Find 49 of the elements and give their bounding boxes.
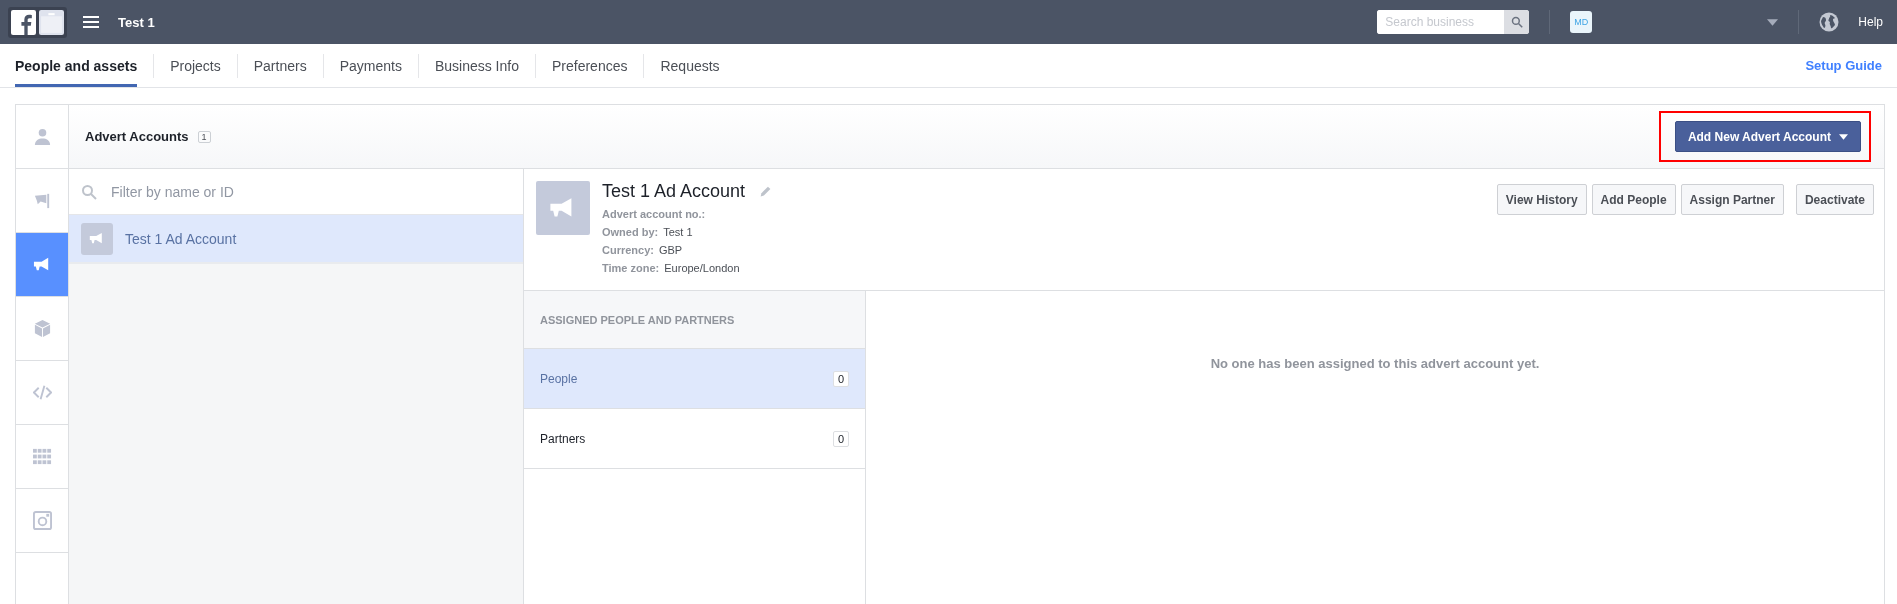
setup-guide-link[interactable]: Setup Guide (1805, 58, 1882, 73)
grid-icon (32, 447, 52, 466)
section-title: Advert Accounts (85, 129, 189, 144)
field-value: Test 1 (663, 225, 693, 240)
search-icon[interactable] (1510, 16, 1523, 28)
sidebar-item[interactable] (16, 233, 68, 297)
count-badge: 1 (197, 130, 211, 143)
field-label: Currency: (602, 243, 654, 258)
account-list-item[interactable]: Test 1 Ad Account (69, 215, 523, 264)
tab[interactable]: Payments (323, 44, 418, 87)
pencil-icon[interactable] (759, 185, 773, 198)
person-icon (32, 127, 52, 146)
count-badge: 0 (832, 370, 849, 387)
account-name: Test 1 Ad Account (602, 181, 746, 202)
action-button[interactable]: Deactivate (1795, 184, 1874, 215)
search-field[interactable]: Search business (1377, 10, 1530, 34)
tab[interactable]: Business Info (418, 44, 535, 87)
empty-message: No one has been assigned to this advert account yet. (1210, 356, 1540, 372)
tab[interactable]: Preferences (536, 44, 644, 87)
assigned-header: ASSIGNED PEOPLE AND PARTNERS (524, 291, 865, 349)
caret-icon[interactable] (1767, 18, 1779, 26)
help-link[interactable]: Help (1858, 15, 1883, 29)
field-value: GBP (658, 243, 683, 258)
tab[interactable]: Requests (644, 44, 736, 87)
tab[interactable]: Partners (237, 44, 323, 87)
camera-icon (32, 511, 52, 530)
field-value: Europe/London (664, 261, 740, 276)
action-button[interactable]: Add People (1591, 184, 1676, 215)
flag-icon (32, 191, 52, 210)
tab[interactable]: People and assets (15, 44, 138, 87)
assigned-list-item[interactable]: People 0 (524, 349, 865, 409)
field-label: Advert account no.: (602, 207, 706, 222)
add-account-button[interactable]: Add New Advert Account (1674, 121, 1861, 152)
field-label: Time zone: (602, 261, 660, 276)
logo-icon (8, 6, 67, 38)
field-label: Owned by: (602, 225, 659, 240)
tab[interactable]: Projects (154, 44, 237, 87)
globe-icon[interactable] (1819, 12, 1840, 32)
count-badge: 0 (832, 430, 849, 447)
filter-field[interactable]: Filter by name or ID (69, 169, 523, 215)
search-icon (81, 183, 97, 200)
megaphone-icon (89, 232, 105, 245)
action-button[interactable]: View History (1496, 184, 1587, 215)
action-button[interactable]: Assign Partner (1680, 184, 1784, 215)
business-name: Test 1 (118, 14, 155, 30)
code-icon (32, 383, 52, 402)
menu-icon[interactable] (83, 16, 99, 28)
caret-icon (1839, 133, 1848, 140)
cube-icon (32, 319, 52, 338)
